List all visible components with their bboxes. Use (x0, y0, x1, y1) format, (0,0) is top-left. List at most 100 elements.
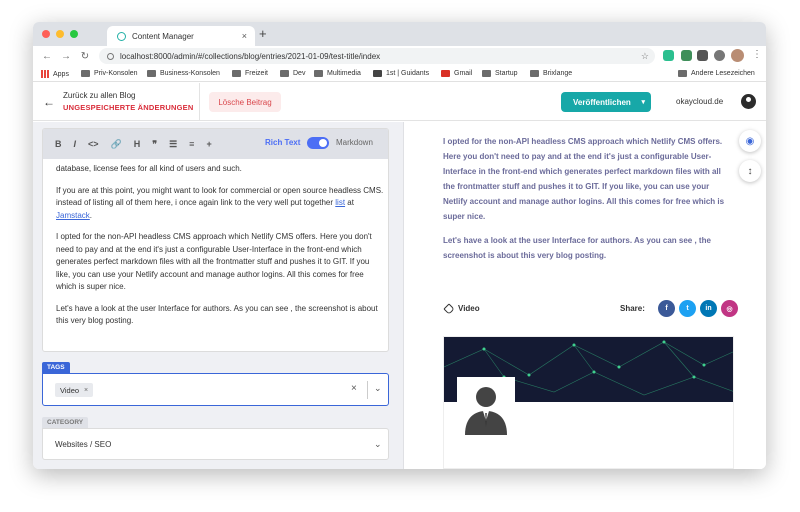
folder-icon (280, 70, 289, 77)
numbered-list-icon[interactable]: ≡ (189, 139, 194, 149)
chevron-down-icon[interactable]: ⌄ (374, 383, 382, 394)
category-field-label: CATEGORY (42, 417, 89, 428)
back-arrow-icon[interactable]: ← (43, 95, 55, 109)
forward-button[interactable]: → (61, 51, 71, 62)
tab-content-manager[interactable]: Content Manager × (107, 26, 255, 46)
gmail-icon (441, 70, 450, 77)
vue-devtools-icon[interactable] (663, 50, 674, 61)
bookmark-guidants[interactable]: 1st | Guidants (373, 70, 429, 77)
folder-icon (81, 70, 90, 77)
preview-tag-label: Video (458, 304, 480, 313)
tab-strip: Content Manager × + (33, 22, 766, 46)
select-divider (367, 381, 368, 399)
category-select[interactable]: Websites / SEO ⌄ (42, 428, 389, 460)
tags-field-label: TAGS (42, 362, 70, 373)
extension-icon[interactable] (697, 50, 708, 61)
folder-icon (482, 70, 491, 77)
bookmark-other[interactable]: Andere Lesezeichen (678, 70, 755, 77)
bookmark-brixlange[interactable]: Brixlange (530, 70, 572, 77)
preview-tag: Video (443, 302, 480, 315)
apps-grid-icon (41, 70, 49, 78)
close-tab-icon[interactable]: × (242, 31, 247, 41)
italic-icon[interactable]: I (74, 139, 77, 149)
heading-icon[interactable]: H (134, 139, 141, 149)
preview-paragraph: Let's have a look at the user Interface … (443, 236, 711, 260)
preview-content: I opted for the non-API headless CMS app… (443, 134, 735, 272)
jamstack-link[interactable]: Jamstack (56, 211, 90, 220)
editor-mode-toggle[interactable] (307, 137, 329, 149)
cms-header: ← Zurück zu allen Blog UNGESPEICHERTE ÄN… (33, 83, 766, 121)
folder-icon (232, 70, 241, 77)
tag-chip-label: Video (60, 385, 80, 395)
rich-text-label[interactable]: Rich Text (265, 138, 300, 147)
profile-avatar[interactable] (731, 49, 744, 62)
address-bar[interactable]: localhost:8000/admin/#/collections/blog/… (99, 48, 655, 64)
bookmark-priv-konsolen[interactable]: Priv-Konsolen (81, 70, 138, 77)
twitter-icon[interactable]: t (679, 300, 696, 317)
clear-tags-icon[interactable]: × (351, 383, 357, 394)
site-info-icon[interactable] (107, 52, 114, 60)
back-button[interactable]: ← (42, 51, 52, 62)
add-component-icon[interactable]: + (206, 139, 211, 149)
close-window-icon[interactable] (42, 30, 50, 38)
folder-icon (530, 70, 539, 77)
preview-pane: I opted for the non-API headless CMS app… (405, 122, 766, 469)
bookmark-startup[interactable]: Startup (482, 70, 518, 77)
maximize-window-icon[interactable] (70, 30, 78, 38)
minimize-window-icon[interactable] (56, 30, 64, 38)
editor-toolbar: B I <> 🔗 H ❞ ☰ ≡ + Rich Text Markdown (43, 129, 388, 159)
header-divider (199, 83, 200, 121)
body-editor[interactable]: B I <> 🔗 H ❞ ☰ ≡ + Rich Text Markdown da… (42, 128, 389, 352)
bookmark-business-konsolen[interactable]: Business-Konsolen (147, 70, 220, 77)
chevron-down-icon[interactable]: ⌄ (374, 439, 382, 450)
guidants-icon (373, 70, 382, 77)
netlify-favicon-icon (117, 31, 126, 41)
chevron-down-icon[interactable]: ▾ (641, 98, 645, 106)
scroll-sync-icon[interactable]: ↕ (739, 160, 761, 182)
instagram-icon[interactable]: ◎ (721, 300, 738, 317)
link-icon[interactable]: 🔗 (111, 139, 122, 150)
bookmarks-bar: Apps Priv-Konsolen Business-Konsolen Fre… (33, 66, 766, 82)
list-link[interactable]: list (335, 198, 345, 207)
bookmark-star-icon[interactable]: ☆ (641, 51, 649, 62)
markdown-label[interactable]: Markdown (336, 138, 373, 147)
browser-window: Content Manager × + ← → ↻ localhost:8000… (33, 22, 766, 469)
category-value: Websites / SEO (55, 440, 112, 449)
puzzle-extensions-icon[interactable] (714, 50, 725, 61)
remove-tag-icon[interactable]: × (84, 387, 88, 394)
bold-icon[interactable]: B (55, 139, 62, 149)
editor-paragraph: I opted for the non-API headless CMS app… (56, 232, 372, 291)
bookmark-gmail[interactable]: Gmail (441, 70, 472, 77)
folder-icon (678, 70, 687, 77)
bookmark-apps[interactable]: Apps (41, 70, 69, 78)
site-link[interactable]: okaycloud.de (676, 97, 723, 106)
tags-select[interactable]: Video × × ⌄ (42, 373, 389, 406)
toggle-preview-eye-icon[interactable]: ◉ (739, 130, 761, 152)
facebook-icon[interactable]: f (658, 300, 675, 317)
bookmark-multimedia[interactable]: Multimedia (314, 70, 361, 77)
tag-chip: Video × (55, 383, 94, 397)
editor-paragraph: If you are at this point, you might want… (56, 185, 384, 220)
linkedin-icon[interactable]: in (700, 300, 717, 317)
browser-menu-icon[interactable]: ⋮ (752, 49, 762, 60)
editor-paragraph: database, license fees for all kind of u… (56, 164, 242, 173)
publish-button[interactable]: Veröffentlichen ▾ (561, 92, 651, 112)
tab-title: Content Manager (132, 31, 194, 41)
quote-icon[interactable]: ❞ (152, 139, 157, 150)
bulleted-list-icon[interactable]: ☰ (169, 139, 177, 150)
bookmark-freizeit[interactable]: Freizeit (232, 70, 268, 77)
editor-content[interactable]: database, license fees for all kind of u… (56, 163, 384, 337)
folder-icon (147, 70, 156, 77)
person-silhouette-icon (457, 377, 515, 435)
bookmark-dev[interactable]: Dev (280, 70, 305, 77)
editor-paragraph: Let's have a look at the user Interface … (56, 303, 378, 326)
publish-label: Veröffentlichen (573, 97, 631, 107)
user-avatar-icon[interactable] (741, 94, 756, 109)
extension-icon[interactable] (681, 50, 692, 61)
author-photo (457, 377, 515, 435)
code-icon[interactable]: <> (88, 139, 99, 149)
delete-entry-button[interactable]: Lösche Beitrag (209, 92, 281, 112)
reload-button[interactable]: ↻ (80, 51, 90, 62)
new-tab-button[interactable]: + (259, 26, 267, 41)
back-to-collection-link[interactable]: Zurück zu allen Blog (63, 91, 135, 100)
